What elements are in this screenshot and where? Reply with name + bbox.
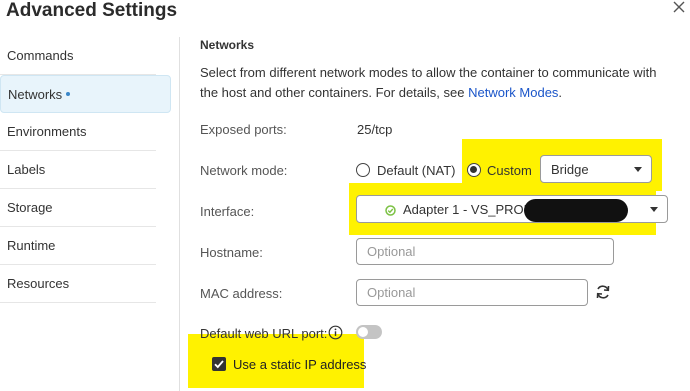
hostname-label: Hostname: — [200, 245, 263, 260]
section-description: Select from different network modes to a… — [200, 63, 670, 103]
interface-label: Interface: — [200, 204, 255, 219]
network-mode-select[interactable]: Bridge — [540, 155, 652, 183]
divider — [179, 37, 180, 391]
chevron-down-icon — [650, 207, 658, 212]
exposed-ports-value: 25/tcp — [357, 122, 393, 137]
section-title: Networks — [200, 38, 255, 52]
sidebar-item-storage[interactable]: Storage — [0, 189, 156, 227]
sidebar-item-environments[interactable]: Environments — [0, 113, 156, 151]
static-ip-label: Use a static IP address — [233, 357, 367, 372]
sidebar-item-label: Storage — [7, 200, 53, 215]
sidebar-item-label: Runtime — [7, 238, 56, 253]
sidebar-item-label: Environments — [7, 124, 87, 139]
sidebar-item-label: Commands — [7, 48, 74, 63]
sidebar-item-label: Resources — [7, 276, 70, 291]
network-mode-label: Network mode: — [200, 163, 288, 178]
dialog-title: Advanced Settings — [6, 0, 178, 21]
static-ip-checkbox[interactable] — [212, 357, 226, 371]
redaction-mark — [524, 199, 628, 222]
checkmark-icon — [214, 360, 224, 369]
exposed-ports-label: Exposed ports: — [200, 122, 287, 137]
default-web-url-port-toggle[interactable] — [356, 325, 382, 339]
sidebar-item-labels[interactable]: Labels — [0, 151, 156, 189]
close-icon[interactable] — [672, 0, 686, 14]
description-end: . — [558, 85, 563, 100]
sidebar-item-commands[interactable]: Commands — [0, 37, 156, 75]
sidebar-item-networks[interactable]: Networks — [0, 75, 171, 113]
active-dot-icon — [66, 91, 71, 96]
sidebar-item-runtime[interactable]: Runtime — [0, 227, 156, 265]
mac-address-label: MAC address: — [200, 286, 283, 301]
interface-select-value: Adapter 1 - VS_PROD — [403, 202, 534, 217]
radio-custom[interactable] — [467, 163, 481, 177]
refresh-icon[interactable] — [594, 283, 612, 301]
mac-address-input[interactable] — [356, 279, 588, 306]
chevron-down-icon — [634, 167, 642, 172]
network-mode-select-value: Bridge — [551, 162, 589, 177]
sidebar-item-resources[interactable]: Resources — [0, 265, 156, 303]
status-ok-icon — [385, 205, 396, 216]
radio-default-nat-label: Default (NAT) — [377, 163, 456, 178]
radio-default-nat[interactable] — [356, 163, 370, 177]
radio-custom-label: Custom — [487, 163, 532, 178]
sidebar-item-label: Labels — [7, 162, 46, 177]
description-text: Select from different network modes to a… — [200, 65, 657, 100]
default-web-url-port-label: Default web URL port: — [200, 326, 328, 341]
network-modes-link[interactable]: Network Modes — [468, 85, 558, 100]
sidebar-item-label: Networks — [8, 87, 63, 102]
info-icon[interactable] — [328, 325, 343, 340]
hostname-input[interactable] — [356, 238, 614, 265]
